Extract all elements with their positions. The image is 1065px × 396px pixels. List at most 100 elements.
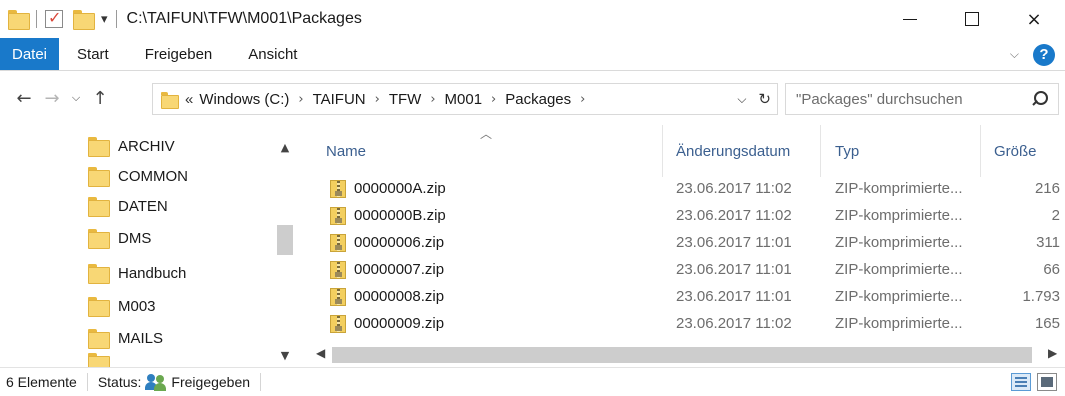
address-bar[interactable]: « Windows (C:) › TAIFUN › TFW › M001 › P…	[152, 83, 778, 115]
forward-arrow-icon[interactable]: →	[38, 88, 66, 109]
expand-ribbon-chevron-icon[interactable]: ⌵	[1010, 47, 1019, 62]
file-date: 23.06.2017 11:01	[676, 234, 792, 251]
new-folder-icon[interactable]	[73, 10, 95, 30]
scroll-thumb[interactable]	[277, 225, 293, 255]
breadcrumb-overflow[interactable]: «	[185, 91, 193, 108]
file-size: 1.793	[1022, 288, 1060, 305]
file-name-cell[interactable]: 0000000B.zip	[330, 202, 446, 229]
table-row[interactable]: 00000007.zip 23.06.2017 11:01 ZIP-kompri…	[310, 256, 1065, 283]
file-size: 2	[1051, 207, 1060, 224]
tab-start[interactable]: Start	[59, 38, 127, 70]
status-label: Status:	[97, 374, 142, 390]
back-arrow-icon[interactable]: ←	[10, 88, 38, 109]
nav-item-label: DMS	[118, 229, 152, 247]
column-header-date[interactable]: Änderungsdatum	[676, 137, 790, 165]
nav-item-mails[interactable]: MAILS	[88, 323, 163, 353]
tab-freigeben[interactable]: Freigeben	[127, 38, 231, 70]
column-header-name[interactable]: Name	[326, 137, 366, 165]
chevron-right-icon[interactable]: ›	[430, 92, 435, 107]
column-header-type[interactable]: Typ	[835, 137, 859, 165]
tab-datei[interactable]: Datei	[0, 38, 60, 70]
chevron-right-icon[interactable]: ›	[580, 92, 585, 107]
scroll-right-icon[interactable]: ▶	[1048, 346, 1057, 360]
scroll-thumb[interactable]	[332, 347, 1032, 363]
file-list-horizontal-scrollbar[interactable]: ◀ ▶	[310, 344, 1065, 367]
breadcrumb-m001[interactable]: M001	[445, 91, 483, 108]
nav-item-dms[interactable]: DMS	[88, 223, 151, 253]
folder-icon	[88, 197, 110, 217]
scroll-left-icon[interactable]: ◀	[316, 346, 325, 360]
file-name: 00000008.zip	[354, 288, 445, 305]
properties-checkmark-icon[interactable]	[45, 8, 63, 28]
title-bar: ▾ C:\TAIFUN\TFW\M001\Packages ×	[0, 0, 1065, 38]
table-row[interactable]: 0000000A.zip 23.06.2017 11:02 ZIP-kompri…	[310, 175, 1065, 202]
table-row[interactable]: 0000000B.zip 23.06.2017 11:02 ZIP-kompri…	[310, 202, 1065, 229]
file-name: 00000006.zip	[354, 234, 445, 251]
table-row[interactable]: 00000008.zip 23.06.2017 11:01 ZIP-kompri…	[310, 283, 1065, 310]
file-date: 23.06.2017 11:02	[676, 180, 792, 197]
column-header-size[interactable]: Größe	[994, 137, 1037, 165]
file-name: 0000000A.zip	[354, 180, 446, 197]
file-name-cell[interactable]: 00000008.zip	[330, 283, 444, 310]
nav-item-label: Handbuch	[118, 264, 187, 282]
recent-locations-chevron-icon[interactable]: ⌵	[66, 91, 86, 105]
zip-file-icon	[330, 287, 346, 306]
file-name-cell[interactable]: 00000007.zip	[330, 256, 444, 283]
minimize-button[interactable]	[879, 0, 941, 38]
breadcrumb-taifun[interactable]: TAIFUN	[313, 91, 366, 108]
divider	[260, 373, 262, 391]
file-name-cell[interactable]: 00000006.zip	[330, 229, 444, 256]
tab-ansicht[interactable]: Ansicht	[230, 38, 315, 70]
file-type: ZIP-komprimierte...	[835, 207, 963, 224]
column-divider[interactable]	[820, 125, 821, 177]
window-controls: ×	[879, 0, 1065, 38]
ribbon-controls: ⌵ ?	[1010, 38, 1055, 71]
file-name-cell[interactable]: 00000009.zip	[330, 310, 444, 337]
file-name-cell[interactable]: 0000000A.zip	[330, 175, 446, 202]
chevron-right-icon[interactable]: ›	[491, 92, 496, 107]
address-controls: ⌵ ↻	[737, 84, 771, 114]
search-icon[interactable]	[1032, 91, 1048, 107]
zip-file-icon	[330, 260, 346, 279]
nav-item-partial[interactable]	[88, 353, 118, 367]
search-box[interactable]: "Packages" durchsuchen	[785, 83, 1059, 115]
maximize-button[interactable]	[941, 0, 1003, 38]
scroll-down-icon[interactable]: ▼	[274, 349, 296, 362]
status-bar: 6 Elemente Status: Freigegeben	[0, 367, 1065, 396]
minimize-icon	[903, 18, 917, 20]
file-type: ZIP-komprimierte...	[835, 180, 963, 197]
chevron-right-icon[interactable]: ›	[375, 92, 380, 107]
column-divider[interactable]	[662, 125, 663, 177]
scroll-up-icon[interactable]: ▲	[274, 141, 296, 154]
nav-item-m003[interactable]: M003	[88, 291, 156, 321]
details-view-icon[interactable]	[1011, 373, 1031, 391]
breadcrumb-windows-c[interactable]: Windows (C:)	[199, 91, 289, 108]
up-arrow-icon[interactable]: ↑	[86, 88, 114, 109]
maximize-icon	[965, 12, 979, 26]
large-icons-view-icon[interactable]	[1037, 373, 1057, 391]
table-row[interactable]: 00000006.zip 23.06.2017 11:01 ZIP-kompri…	[310, 229, 1065, 256]
table-row[interactable]: 00000009.zip 23.06.2017 11:02 ZIP-kompri…	[310, 310, 1065, 337]
breadcrumb-packages[interactable]: Packages	[505, 91, 571, 108]
file-date: 23.06.2017 11:02	[676, 207, 792, 224]
search-input[interactable]: "Packages" durchsuchen	[796, 91, 963, 108]
file-date: 23.06.2017 11:02	[676, 315, 792, 332]
breadcrumb-tfw[interactable]: TFW	[389, 91, 421, 108]
folder-icon	[8, 10, 30, 30]
divider	[36, 10, 37, 28]
nav-pane-scrollbar[interactable]: ▲ ▼	[274, 133, 296, 367]
customize-quick-access-icon[interactable]: ▾	[101, 11, 108, 27]
folder-icon	[161, 91, 179, 109]
nav-item-common[interactable]: COMMON	[88, 161, 188, 191]
item-count: 6 Elemente	[6, 374, 77, 390]
refresh-icon[interactable]: ↻	[758, 90, 771, 108]
close-button[interactable]: ×	[1003, 0, 1065, 38]
file-type: ZIP-komprimierte...	[835, 315, 963, 332]
nav-item-daten[interactable]: DATEN	[88, 191, 168, 221]
help-icon[interactable]: ?	[1033, 43, 1055, 66]
chevron-right-icon[interactable]: ›	[298, 92, 303, 107]
column-divider[interactable]	[980, 125, 981, 177]
nav-item-handbuch[interactable]: Handbuch	[88, 258, 186, 288]
nav-item-archiv[interactable]: ARCHIV	[88, 131, 175, 161]
address-history-chevron-icon[interactable]: ⌵	[737, 92, 746, 107]
